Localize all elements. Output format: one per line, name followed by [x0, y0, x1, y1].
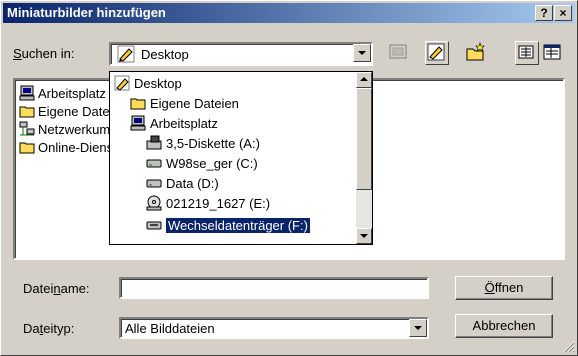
list-item-label: Arbeitsplatz: [38, 85, 106, 101]
scroll-down-button[interactable]: [356, 228, 372, 244]
title-bar: Miniaturbilder hinzufügen ? ×: [3, 3, 575, 23]
open-button[interactable]: Öffnen: [455, 276, 553, 300]
filetype-dropdown-button[interactable]: [409, 319, 427, 337]
list-view-icon[interactable]: [515, 41, 539, 65]
cdrom-icon: [146, 195, 162, 211]
lookin-value: Desktop: [141, 47, 189, 62]
scroll-up-button[interactable]: [356, 72, 372, 88]
floppy-icon: [146, 135, 162, 151]
network-icon: [19, 121, 35, 137]
dropdown-item-desktop[interactable]: Desktop: [114, 74, 182, 92]
harddisk-icon: [146, 175, 162, 191]
lookin-label: Suchen in:: [13, 46, 75, 61]
harddisk-icon: [146, 155, 162, 171]
computer-icon: [130, 115, 146, 131]
filetype-value: Alle Bilddateien: [125, 321, 215, 336]
dropdown-item-drive-d[interactable]: Data (D:): [146, 174, 219, 192]
list-item[interactable]: Arbeitsplatz: [19, 84, 106, 102]
lookin-dropdown-list[interactable]: Desktop Eigene Dateien Arbeitsplatz 3,5-…: [109, 71, 373, 245]
resize-grip-icon[interactable]: [563, 341, 575, 353]
dropdown-item-arbeitsplatz[interactable]: Arbeitsplatz: [130, 114, 218, 132]
filename-input[interactable]: [119, 277, 429, 299]
desktop-button-icon[interactable]: [425, 41, 449, 65]
computer-icon: [19, 85, 35, 101]
lookin-combo[interactable]: Desktop: [109, 42, 373, 66]
up-folder-icon[interactable]: [387, 41, 409, 63]
details-view-icon[interactable]: [541, 41, 563, 63]
filetype-label: Dateityp:: [23, 321, 75, 336]
dropdown-item-drive-f[interactable]: Wechseldatenträger (F:): [146, 216, 311, 234]
folder-icon: [130, 95, 146, 111]
lookin-dropdown-button[interactable]: [353, 44, 371, 62]
scroll-thumb[interactable]: [356, 88, 372, 190]
new-folder-icon[interactable]: [465, 41, 487, 63]
folder-icon: [19, 103, 35, 119]
dropdown-item-drive-c[interactable]: W98se_ger (C:): [146, 154, 258, 172]
removable-icon: [146, 217, 162, 233]
help-button[interactable]: ?: [535, 5, 553, 21]
folder-icon: [19, 139, 35, 155]
dropdown-item-floppy-a[interactable]: 3,5-Diskette (A:): [146, 134, 260, 152]
open-dialog: Miniaturbilder hinzufügen ? × Suchen in:…: [0, 0, 578, 356]
desktop-icon: [117, 45, 135, 66]
filetype-select[interactable]: Alle Bilddateien: [119, 317, 429, 339]
dropdown-scrollbar[interactable]: [356, 72, 372, 244]
window-title: Miniaturbilder hinzufügen: [7, 5, 166, 20]
cancel-button[interactable]: Abbrechen: [455, 314, 553, 338]
desktop-icon: [114, 75, 130, 91]
dropdown-item-drive-e[interactable]: 021219_1627 (E:): [146, 194, 270, 212]
filename-label: Dateiname:: [23, 281, 90, 296]
close-button[interactable]: ×: [554, 5, 572, 21]
dropdown-item-eigene-dateien[interactable]: Eigene Dateien: [130, 94, 239, 112]
